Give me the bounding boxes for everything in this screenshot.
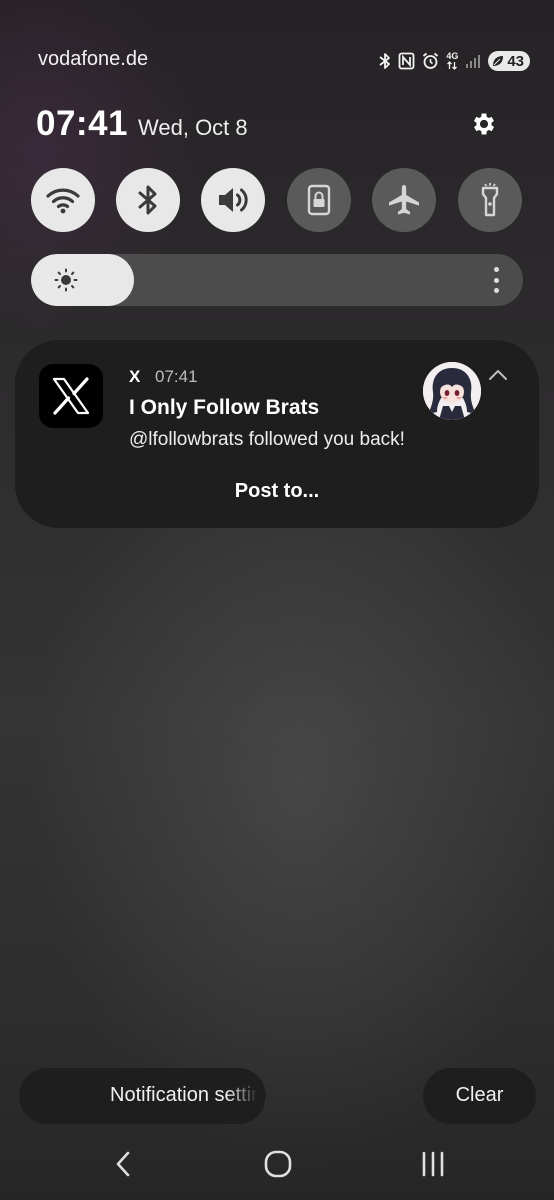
recents-button[interactable]	[411, 1146, 455, 1182]
bluetooth-icon	[138, 185, 157, 215]
home-button[interactable]	[256, 1146, 300, 1182]
back-button[interactable]	[102, 1146, 146, 1182]
status-icons: 4G 43	[379, 50, 530, 72]
clear-label: Clear	[455, 1084, 504, 1106]
chevron-up-icon	[489, 370, 507, 380]
battery-indicator: 43	[488, 51, 530, 71]
recents-icon	[422, 1151, 444, 1177]
wifi-icon	[46, 188, 80, 214]
brightness-level-fill[interactable]	[31, 254, 134, 306]
notification-settings-label: Notification settings	[110, 1084, 266, 1106]
volume-icon	[219, 188, 248, 212]
notification-title: I Only Follow Brats	[129, 396, 320, 419]
post-to-action[interactable]: Post to...	[15, 480, 539, 503]
nfc-icon	[398, 52, 415, 70]
rotation-lock-tile[interactable]	[287, 168, 351, 232]
battery-level: 43	[507, 52, 524, 70]
notification-app-name: X	[129, 367, 141, 386]
sound-tile[interactable]	[201, 168, 265, 232]
bluetooth-tile[interactable]	[116, 168, 180, 232]
alarm-icon	[422, 52, 439, 70]
clear-button[interactable]: Clear	[423, 1068, 536, 1124]
clock: 07:41	[36, 104, 129, 143]
navigation-bar	[0, 1132, 554, 1200]
settings-button[interactable]	[468, 108, 500, 140]
gear-icon	[473, 113, 495, 135]
airplane-icon	[389, 185, 419, 215]
collapse-button[interactable]	[485, 362, 511, 388]
brightness-slider[interactable]	[31, 254, 523, 306]
bluetooth-icon	[379, 52, 391, 70]
lock-icon	[307, 184, 331, 216]
network-type-icon: 4G	[446, 52, 458, 70]
avatar	[423, 362, 481, 420]
quick-settings-tiles	[31, 168, 523, 232]
notification-settings-button[interactable]: Notification settings	[19, 1068, 266, 1124]
wifi-tile[interactable]	[31, 168, 95, 232]
x-logo-icon	[39, 364, 103, 428]
carrier-name: vodafone.de	[38, 48, 149, 70]
back-icon	[116, 1151, 130, 1177]
notification-shade: vodafone.de 4G 43 07:41 Wed, Oct 8 X 07:…	[0, 0, 554, 1200]
home-icon	[264, 1150, 292, 1178]
flashlight-icon	[481, 183, 499, 217]
flashlight-tile[interactable]	[458, 168, 522, 232]
airplane-tile[interactable]	[372, 168, 436, 232]
status-bar: vodafone.de 4G 43	[38, 46, 530, 76]
notification-time: 07:41	[155, 367, 198, 386]
notification-card[interactable]: X 07:41 I Only Follow Brats @lfollowbrat…	[15, 340, 539, 528]
signal-icon	[465, 53, 481, 69]
more-vertical-icon[interactable]	[489, 267, 503, 293]
date[interactable]: Wed, Oct 8	[138, 115, 248, 141]
notification-body: @lfollowbrats followed you back!	[129, 429, 405, 450]
network-type-label: 4G	[446, 51, 459, 61]
battery-saver-icon	[493, 56, 504, 66]
sun-icon	[54, 268, 78, 292]
